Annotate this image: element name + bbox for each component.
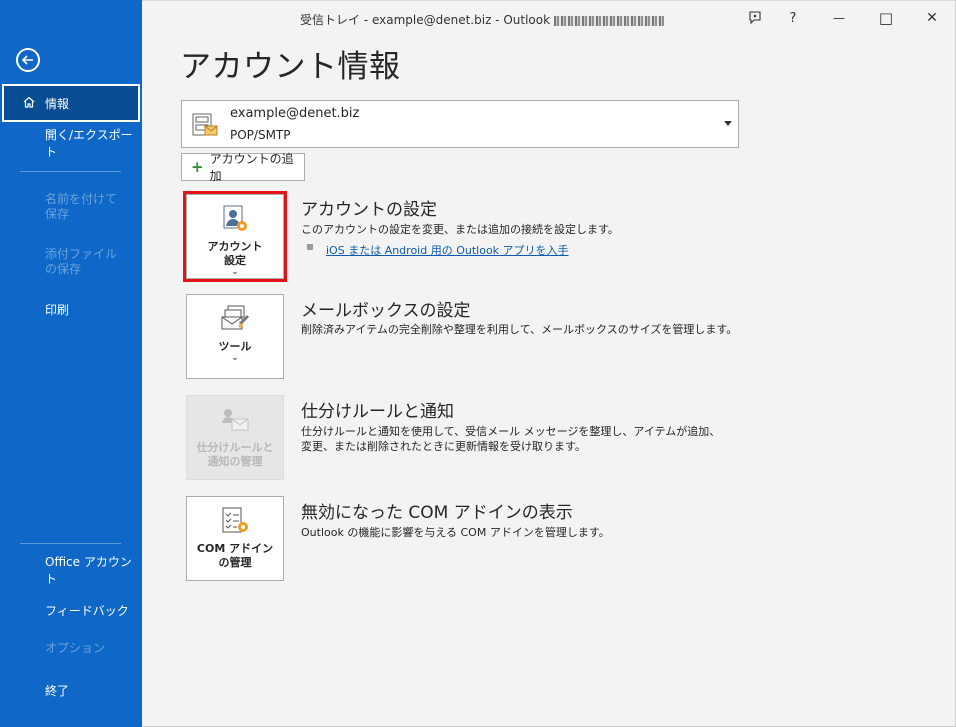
rules-alerts-icon	[222, 409, 249, 431]
mail-server-icon	[192, 113, 218, 136]
close-button[interactable]: ✕	[921, 7, 943, 29]
sidebar-item-open-export[interactable]: 開く/エクスポート	[0, 124, 142, 162]
account-settings-button[interactable]: アカウント 設定 ⌄	[186, 194, 284, 279]
plus-icon: +	[191, 158, 204, 176]
page-title: アカウント情報	[180, 49, 401, 85]
section-desc: Outlook の機能に影響を与える COM アドインを管理します。	[301, 526, 610, 539]
sidebar-item-exit[interactable]: 終了	[0, 671, 142, 709]
sidebar-item-label: Office アカウント	[45, 555, 132, 586]
bullet-icon	[307, 244, 313, 250]
sidebar-item-label: 情報	[45, 96, 70, 111]
tools-button[interactable]: ツール ⌄	[186, 294, 284, 379]
title-bar: 受信トレイ - example@denet.biz - Outlook ? — …	[142, 1, 954, 37]
chevron-down-icon: ⌄	[231, 353, 239, 363]
sidebar-item-office-account[interactable]: Office アカウント	[0, 551, 142, 589]
account-email: example@denet.biz	[230, 106, 360, 121]
tile-label: COM アドイン	[196, 542, 274, 555]
sidebar-item-label: 添付ファイルの保存	[45, 247, 118, 276]
section-title: メールボックスの設定	[301, 301, 471, 321]
account-settings-icon	[223, 205, 247, 231]
home-icon	[23, 96, 35, 108]
chevron-down-icon: ⌄	[231, 267, 239, 277]
minimize-button[interactable]: —	[828, 7, 850, 29]
sidebar-item-label: 終了	[45, 683, 70, 698]
back-arrow-icon[interactable]	[16, 48, 40, 72]
sidebar-item-print[interactable]: 印刷	[0, 290, 142, 328]
section-title: 仕分けルールと通知	[301, 402, 454, 422]
manage-rules-button: 仕分けルールと 通知の管理	[186, 395, 284, 480]
chevron-down-icon	[724, 121, 732, 126]
section-desc: このアカウントの設定を変更、または追加の接続を設定します。	[301, 223, 619, 236]
sidebar-divider	[20, 543, 121, 544]
feedback-icon[interactable]	[744, 7, 766, 29]
sidebar-item-label: 開く/エクスポート	[45, 128, 133, 159]
mailbox-cleanup-icon	[221, 305, 250, 330]
section-desc: 削除済みアイテムの完全削除や整理を利用して、メールボックスのサイズを管理します。	[301, 323, 738, 336]
section-title: 無効になった COM アドインの表示	[301, 503, 573, 523]
sidebar-item-feedback[interactable]: フィードバック	[0, 591, 142, 629]
help-button[interactable]: ?	[782, 7, 804, 29]
account-type: POP/SMTP	[230, 128, 291, 142]
backstage-sidebar: 情報 開く/エクスポート 名前を付けて保存 添付ファイルの保存 印刷 Offic…	[0, 0, 142, 727]
redacted-text	[554, 15, 665, 26]
tile-label: ツール	[218, 340, 252, 353]
tile-label: 仕分けルールと	[196, 441, 274, 454]
tile-label: の管理	[218, 556, 252, 569]
tile-label: 設定	[224, 254, 246, 267]
sidebar-item-save-attachments: 添付ファイルの保存	[0, 245, 142, 283]
sidebar-item-label: フィードバック	[45, 603, 129, 618]
get-mobile-app-link[interactable]: iOS または Android 用の Outlook アプリを入手	[326, 242, 569, 258]
manage-com-addins-button[interactable]: COM アドイン の管理	[186, 496, 284, 581]
sidebar-item-info[interactable]: 情報	[2, 84, 140, 122]
com-addins-icon	[222, 507, 248, 533]
maximize-button[interactable]: □	[875, 7, 897, 29]
account-dropdown[interactable]: example@denet.biz POP/SMTP	[181, 100, 739, 148]
sidebar-item-label: 印刷	[45, 302, 70, 317]
tile-label: アカウント	[207, 240, 263, 253]
section-desc: 仕分けルールと通知を使用して、受信メール メッセージを整理し、アイテムが追加、変…	[301, 425, 721, 453]
account-info-panel: 受信トレイ - example@denet.biz - Outlook ? — …	[142, 0, 956, 727]
add-account-button[interactable]: + アカウントの追加	[181, 152, 305, 183]
sidebar-item-label: オプション	[45, 641, 106, 655]
tile-label: 通知の管理	[207, 455, 263, 468]
sidebar-divider	[20, 171, 121, 172]
sidebar-item-label: 名前を付けて保存	[45, 192, 118, 221]
sidebar-item-save-as: 名前を付けて保存	[0, 190, 142, 228]
window-title: 受信トレイ - example@denet.biz - Outlook	[300, 11, 665, 28]
section-title: アカウントの設定	[301, 200, 437, 220]
